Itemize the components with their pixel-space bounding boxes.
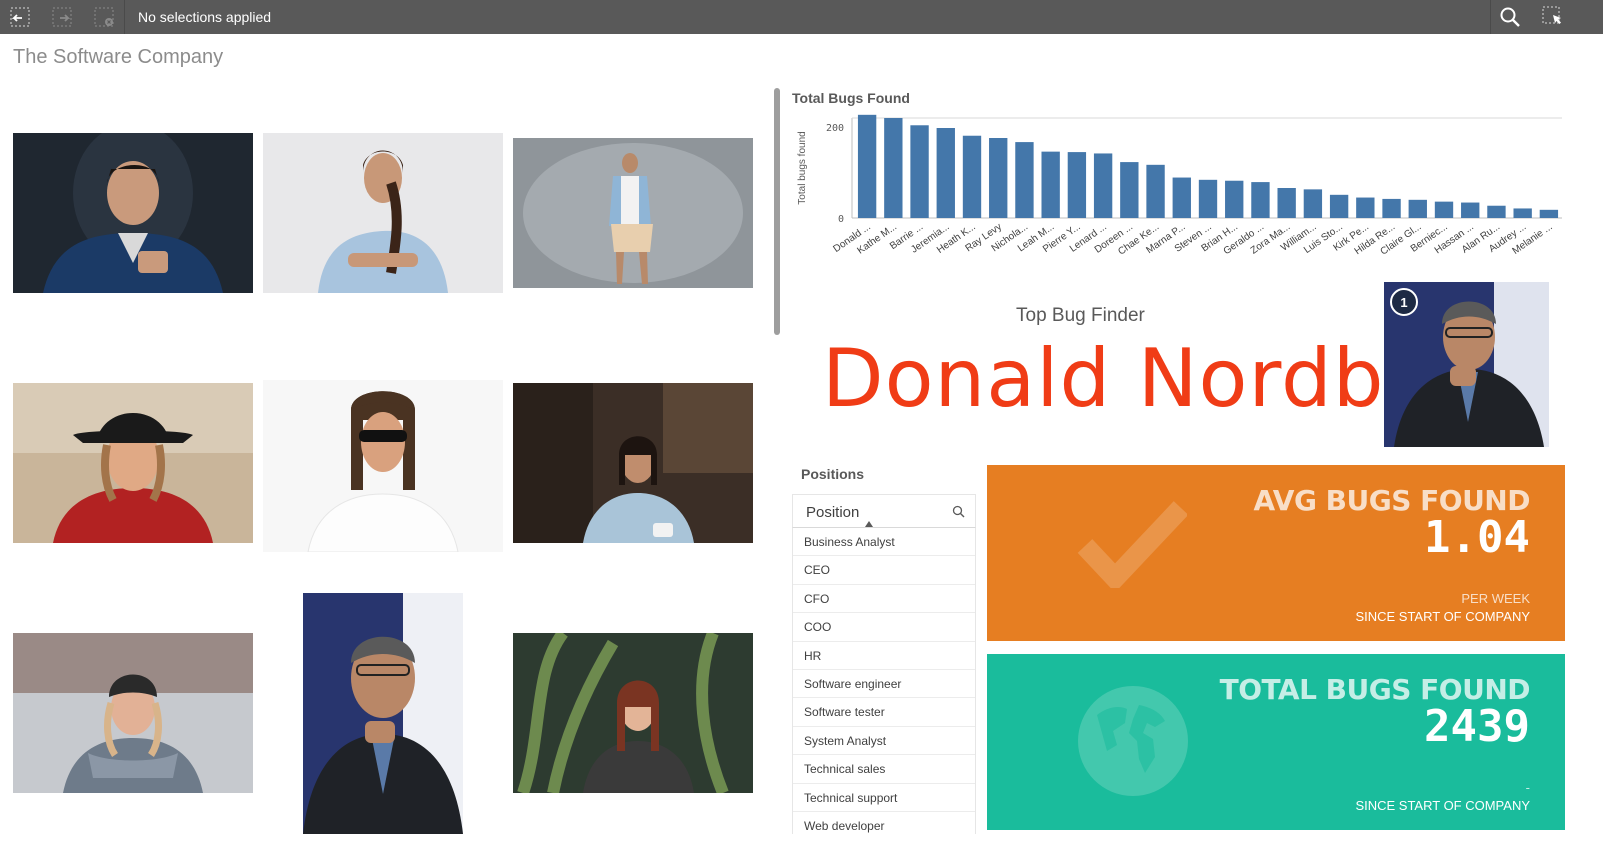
position-column-header[interactable]: Position	[792, 494, 976, 528]
y-tick-label: 0	[838, 214, 844, 225]
bar[interactable]	[1487, 205, 1506, 218]
kpi-total-bugs[interactable]: TOTAL BUGS FOUND 2439 - SINCE START OF C…	[987, 654, 1565, 830]
kpi-value: 2439	[1424, 701, 1530, 752]
total-bugs-bar-chart[interactable]: Total bugs found 2000Donald ...Kathe M..…	[790, 110, 1565, 265]
bar[interactable]	[936, 128, 955, 218]
employee-photo	[263, 380, 503, 552]
employee-photo	[513, 633, 753, 793]
position-list-item[interactable]: System Analyst	[793, 727, 975, 756]
rank-badge: 1	[1390, 288, 1418, 316]
bar[interactable]	[1461, 202, 1480, 218]
bar[interactable]	[1408, 199, 1427, 218]
positions-list[interactable]: Business Analyst CEO CFO COO HR Software engi…	[792, 528, 976, 834]
selections-back-icon[interactable]	[6, 4, 34, 30]
sort-ascending-icon	[865, 521, 873, 527]
kpi-subtitle: SINCE START OF COMPANY	[1355, 798, 1530, 813]
bar[interactable]	[1093, 153, 1113, 218]
position-list-item[interactable]: Software engineer	[793, 670, 975, 699]
kpi-value: 1.04	[1424, 512, 1530, 563]
employee-photo	[13, 133, 253, 293]
position-list-item[interactable]: Web developer	[793, 812, 975, 834]
position-list-item[interactable]: CFO	[793, 585, 975, 614]
position-header-label: Position	[806, 504, 860, 521]
kpi-subtitle: -	[1525, 780, 1530, 795]
position-list-item[interactable]: CEO	[793, 556, 975, 585]
search-icon[interactable]	[1496, 4, 1524, 30]
bar[interactable]	[1146, 164, 1165, 218]
top-bug-finder-name: Donald Nordby	[822, 332, 1433, 425]
selections-toolbar: No selections applied	[0, 0, 1603, 34]
bar[interactable]	[884, 118, 903, 218]
y-axis-label: Total bugs found	[797, 131, 808, 204]
globe-icon	[1078, 686, 1188, 796]
bar[interactable]	[857, 114, 877, 218]
top-bug-finder-photo: 1	[1384, 282, 1549, 447]
top-bug-finder-label: Top Bug Finder	[1016, 305, 1145, 326]
y-tick-label: 200	[826, 123, 844, 134]
bar[interactable]	[1120, 162, 1139, 218]
bar[interactable]	[1015, 142, 1034, 218]
employee-photo	[513, 138, 753, 288]
bar[interactable]	[1382, 198, 1401, 218]
checkmark-icon	[1077, 501, 1187, 588]
employee-photo	[513, 383, 753, 543]
employee-photo	[13, 383, 253, 543]
position-list-item[interactable]: Technical support	[793, 784, 975, 812]
bar[interactable]	[1539, 209, 1559, 218]
bar[interactable]	[1434, 201, 1454, 218]
bar[interactable]	[962, 135, 982, 218]
bar[interactable]	[1198, 179, 1218, 218]
positions-title: Positions	[801, 466, 865, 482]
bar[interactable]	[1513, 208, 1532, 218]
toolbar-divider	[124, 0, 125, 34]
bar[interactable]	[1251, 182, 1270, 218]
app-title: The Software Company	[13, 46, 224, 68]
kpi-subtitle: PER WEEK	[1461, 591, 1530, 606]
bar[interactable]	[1356, 197, 1375, 218]
selections-forward-icon[interactable]	[48, 4, 76, 30]
bar[interactable]	[1303, 189, 1323, 218]
bar[interactable]	[989, 138, 1008, 218]
toolbar-divider	[1490, 0, 1491, 34]
employee-photo	[263, 133, 503, 293]
bar[interactable]	[1277, 188, 1296, 218]
search-icon[interactable]	[952, 505, 965, 523]
position-list-item[interactable]: Business Analyst	[793, 528, 975, 557]
bar[interactable]	[1041, 151, 1060, 218]
position-list-item[interactable]: COO	[793, 613, 975, 642]
position-list-item[interactable]: Technical sales	[793, 755, 975, 784]
chart-title: Total Bugs Found	[792, 90, 910, 106]
vertical-scrollbar[interactable]	[774, 88, 780, 335]
smart-select-icon[interactable]	[1538, 4, 1566, 30]
position-list-item[interactable]: Software tester	[793, 698, 975, 727]
employee-photo	[13, 633, 253, 793]
bar[interactable]	[1172, 177, 1191, 218]
clear-selections-icon[interactable]	[90, 4, 118, 30]
bar[interactable]	[1225, 180, 1244, 218]
bar[interactable]	[1329, 194, 1349, 218]
kpi-subtitle: SINCE START OF COMPANY	[1355, 609, 1530, 624]
employee-photo	[303, 593, 463, 834]
kpi-avg-bugs[interactable]: AVG BUGS FOUND 1.04 PER WEEK SINCE START…	[987, 465, 1565, 641]
bar[interactable]	[1067, 152, 1087, 218]
selection-status: No selections applied	[138, 9, 272, 25]
bar[interactable]	[910, 125, 929, 218]
position-list-item[interactable]: HR	[793, 642, 975, 670]
